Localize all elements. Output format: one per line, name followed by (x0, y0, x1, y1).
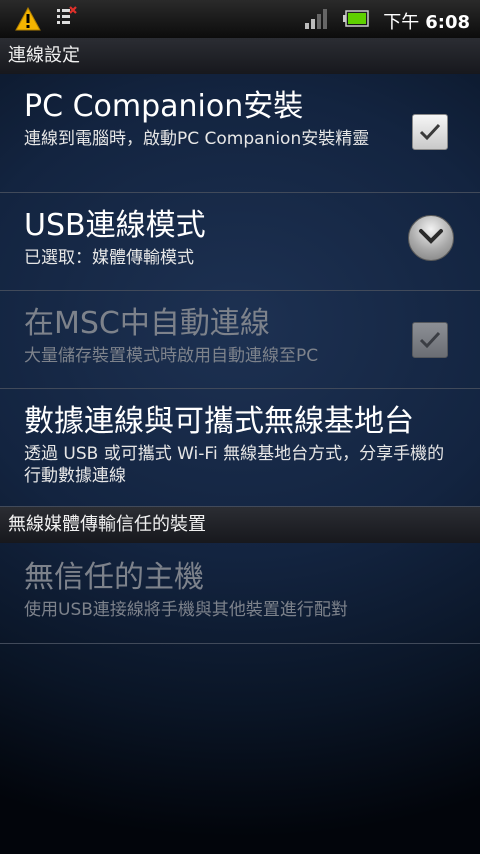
clock: 下午 6:08 (383, 12, 470, 33)
pc-companion-checkbox[interactable] (412, 114, 448, 150)
chevron-down-icon (419, 229, 443, 244)
battery-icon (343, 10, 369, 27)
usb-debugging-icon (57, 6, 77, 24)
status-bar: 下午 6:08 (0, 0, 480, 38)
setting-title: 無信任的主機 (24, 560, 204, 595)
setting-tethering-hotspot[interactable]: 數據連線與可攜式無線基地台 透過 USB 或可攜式 Wi-Fi 無線基地台方式，… (0, 389, 480, 507)
setting-summary: 透過 USB 或可攜式 Wi-Fi 無線基地台方式，分享手機的行動數據連線 (24, 444, 445, 486)
msc-auto-connect-checkbox (412, 322, 448, 358)
section-header-trusted-devices: 無線媒體傳輸信任的裝置 (0, 507, 480, 543)
signal-icon (305, 9, 327, 29)
setting-title: 數據連線與可攜式無線基地台 (24, 404, 414, 439)
setting-pc-companion[interactable]: PC Companion安裝 連線到電腦時，啟動PC Companion安裝精靈 (0, 74, 480, 193)
setting-summary: 連線到電腦時，啟動PC Companion安裝精靈 (24, 129, 370, 149)
checkmark-icon (419, 331, 441, 349)
warning-icon (15, 7, 41, 31)
setting-summary: 使用USB連接線將手機與其他裝置進行配對 (24, 600, 348, 620)
usb-mode-dropdown-button[interactable] (408, 215, 454, 261)
section-header-connection-settings: 連線設定 (0, 38, 480, 74)
checkmark-icon (419, 123, 441, 141)
setting-msc-auto-connect: 在MSC中自動連線 大量儲存裝置模式時啟用自動連線至PC (0, 291, 480, 389)
setting-usb-mode[interactable]: USB連線模式 已選取：媒體傳輸模式 (0, 193, 480, 291)
setting-no-trusted-host: 無信任的主機 使用USB連接線將手機與其他裝置進行配對 (0, 543, 480, 644)
